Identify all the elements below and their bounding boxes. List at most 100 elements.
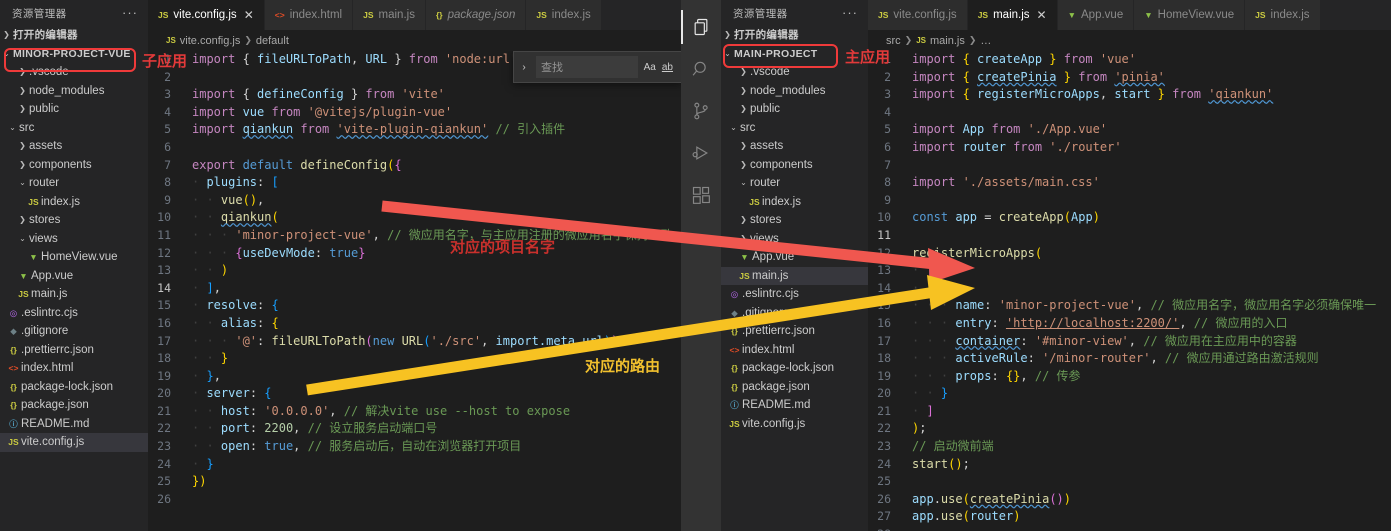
tree-item-app-vue[interactable]: ▼ App.vue — [721, 248, 868, 267]
tab-main-js[interactable]: JS main.js — [353, 0, 426, 30]
code-line[interactable]: 12 registerMicroApps( — [868, 245, 1391, 263]
tab-index-html[interactable]: <> index.html — [264, 0, 354, 30]
code-line[interactable]: 18 · · · activeRule: '/minor-router', // … — [868, 350, 1391, 368]
whole-word-icon[interactable]: ab — [662, 62, 673, 73]
tree-item-app-vue[interactable]: ▼ App.vue — [0, 267, 148, 286]
tree-item-vite-config-js[interactable]: JS vite.config.js — [0, 433, 148, 452]
right-sidebar-more-icon[interactable]: ··· — [842, 6, 858, 19]
code-line[interactable]: 9 — [868, 192, 1391, 210]
code-line[interactable]: 7 — [868, 157, 1391, 175]
tree-item-package-json[interactable]: {} package.json — [721, 378, 868, 397]
tree-item-main-js[interactable]: JS main.js — [721, 266, 868, 285]
tree-item-src[interactable]: ⌄ src — [721, 119, 868, 138]
breadcrumb-item[interactable]: src — [886, 35, 901, 47]
tab-app-vue[interactable]: ▼ App.vue — [1057, 0, 1135, 30]
code-line[interactable]: 25}) — [148, 473, 681, 491]
find-widget[interactable]: › 查找 Aa ab — [513, 51, 681, 83]
tree-item--prettierrc-json[interactable]: {} .prettierrc.json — [0, 341, 148, 360]
left-sidebar-more-icon[interactable]: ··· — [122, 6, 138, 19]
extensions-icon[interactable] — [681, 174, 721, 216]
code-line[interactable]: 21 · · host: '0.0.0.0', // 解决vite use --h… — [148, 403, 681, 421]
left-file-tree[interactable]: ❯ 打开的编辑器 ⌄ MINOR-PROJECT-VUE ❯ .vscode ❯ no… — [0, 26, 148, 452]
close-icon[interactable]: ✕ — [244, 8, 254, 22]
tree-item-index-js[interactable]: JS index.js — [721, 193, 868, 212]
tree-item-assets[interactable]: ❯ assets — [0, 137, 148, 156]
tab-homeview-vue[interactable]: ▼ HomeView.vue — [1134, 0, 1246, 30]
code-line[interactable]: 24 start(); — [868, 456, 1391, 474]
code-line[interactable]: 17 · · · '@': fileURLToPath(new URL('./sr… — [148, 333, 681, 351]
code-line[interactable]: 12 · · · {useDevMode: true} — [148, 245, 681, 263]
code-line[interactable]: 13 · · ) — [148, 262, 681, 280]
find-input[interactable]: 查找 — [536, 56, 638, 78]
tree-item-readme-md[interactable]: ⓘ README.md — [0, 415, 148, 434]
code-line[interactable]: 4 import vue from '@vitejs/plugin-vue' — [148, 104, 681, 122]
code-line[interactable]: 10 const app = createApp(App) — [868, 209, 1391, 227]
code-line[interactable]: 14 · ], — [148, 280, 681, 298]
code-line[interactable]: 17 · · · container: '#minor-view', // 微应用… — [868, 333, 1391, 351]
left-project-root-row[interactable]: ⌄ MINOR-PROJECT-VUE — [0, 45, 148, 64]
tree-item-homeview-vue[interactable]: ▼ HomeView.vue — [0, 248, 148, 267]
tree-item-index-html[interactable]: <> index.html — [0, 359, 148, 378]
tree-item-public[interactable]: ❯ public — [721, 100, 868, 119]
code-line[interactable]: 5 import App from './App.vue' — [868, 121, 1391, 139]
tree-item-index-js[interactable]: JS index.js — [0, 193, 148, 212]
code-line[interactable]: 6 — [148, 139, 681, 157]
tree-item-public[interactable]: ❯ public — [0, 100, 148, 119]
left-open-editors-row[interactable]: ❯ 打开的编辑器 — [0, 26, 148, 45]
tree-item--vscode[interactable]: ❯ .vscode — [0, 63, 148, 82]
tree-item-views[interactable]: ⌄ views — [0, 230, 148, 249]
code-line[interactable]: 19 · · · props: {}, // 传参 — [868, 368, 1391, 386]
left-editor-tabs[interactable]: JS vite.config.js ✕ <> index.html JS main.js {}… — [148, 0, 681, 30]
code-line[interactable]: 22 · · port: 2200, // 设立服务启动端口号 — [148, 420, 681, 438]
code-line[interactable]: 6 import router from './router' — [868, 139, 1391, 157]
tab-index-js[interactable]: JS index.js — [1245, 0, 1321, 30]
code-line[interactable]: 21 · ] — [868, 403, 1391, 421]
code-line[interactable]: 10 · · qiankun( — [148, 209, 681, 227]
code-line[interactable]: 11 — [868, 227, 1391, 245]
tree-item--prettierrc-json[interactable]: {} .prettierrc.json — [721, 322, 868, 341]
tree-item-package-lock-json[interactable]: {} package-lock.json — [0, 378, 148, 397]
right-open-editors-row[interactable]: ❯ 打开的编辑器 — [721, 26, 868, 45]
code-line[interactable]: 9 · · vue(), — [148, 192, 681, 210]
code-line[interactable]: 1 import { createApp } from 'vue' — [868, 51, 1391, 69]
code-line[interactable]: 28 — [868, 526, 1391, 531]
left-code-area[interactable]: 1 import { fileURLToPath, URL } from 'nod… — [148, 51, 681, 531]
code-line[interactable]: 27 app.use(router) — [868, 508, 1391, 526]
tree-item-views[interactable]: ❯ views — [721, 230, 868, 249]
code-line[interactable]: 3 import { registerMicroApps, start } fro… — [868, 86, 1391, 104]
tree-item--eslintrc-cjs[interactable]: ◎ .eslintrc.cjs — [0, 304, 148, 323]
tree-item-node-modules[interactable]: ❯ node_modules — [0, 82, 148, 101]
code-line[interactable]: 19 · }, — [148, 368, 681, 386]
code-line[interactable]: 18 · · } — [148, 350, 681, 368]
code-line[interactable]: 22); — [868, 420, 1391, 438]
breadcrumb-item[interactable]: default — [256, 35, 289, 47]
right-project-root-row[interactable]: ⌄ MAIN-PROJECT — [721, 45, 868, 64]
code-line[interactable]: 25 — [868, 473, 1391, 491]
tab-vite-config-js[interactable]: JS vite.config.js — [868, 0, 968, 30]
search-icon[interactable] — [681, 48, 721, 90]
tree-item-package-json[interactable]: {} package.json — [0, 396, 148, 415]
run-debug-icon[interactable] — [681, 132, 721, 174]
tree-item-components[interactable]: ❯ components — [721, 156, 868, 175]
code-line[interactable]: 7 export default defineConfig({ — [148, 157, 681, 175]
code-line[interactable]: 23 // 启动微前端 — [868, 438, 1391, 456]
tab-vite-config-js[interactable]: JS vite.config.js ✕ — [148, 0, 265, 30]
tree-item-components[interactable]: ❯ components — [0, 156, 148, 175]
tab-package-json[interactable]: {} package.json — [425, 0, 527, 30]
code-line[interactable]: 20 · server: { — [148, 385, 681, 403]
breadcrumb-item[interactable]: main.js — [930, 35, 965, 47]
code-line[interactable]: 15 · · · name: 'minor-project-vue', // 微应… — [868, 297, 1391, 315]
find-expand-icon[interactable]: › — [518, 62, 530, 73]
code-line[interactable]: 14 · · { — [868, 280, 1391, 298]
tab-main-js[interactable]: JS main.js ✕ — [967, 0, 1058, 30]
code-line[interactable]: 15 · resolve: { — [148, 297, 681, 315]
code-line[interactable]: 3 import { defineConfig } from 'vite' — [148, 86, 681, 104]
code-line[interactable]: 11 · · · 'minor-project-vue', // 微应用名字，与主… — [148, 227, 681, 245]
code-line[interactable]: 13 · [ — [868, 262, 1391, 280]
code-line[interactable]: 26 app.use(createPinia()) — [868, 491, 1391, 509]
code-line[interactable]: 8 import './assets/main.css' — [868, 174, 1391, 192]
code-line[interactable]: 2 import { createPinia } from 'pinia' — [868, 69, 1391, 87]
code-line[interactable]: 26 — [148, 491, 681, 509]
tree-item-package-lock-json[interactable]: {} package-lock.json — [721, 359, 868, 378]
tree-item--eslintrc-cjs[interactable]: ◎ .eslintrc.cjs — [721, 285, 868, 304]
